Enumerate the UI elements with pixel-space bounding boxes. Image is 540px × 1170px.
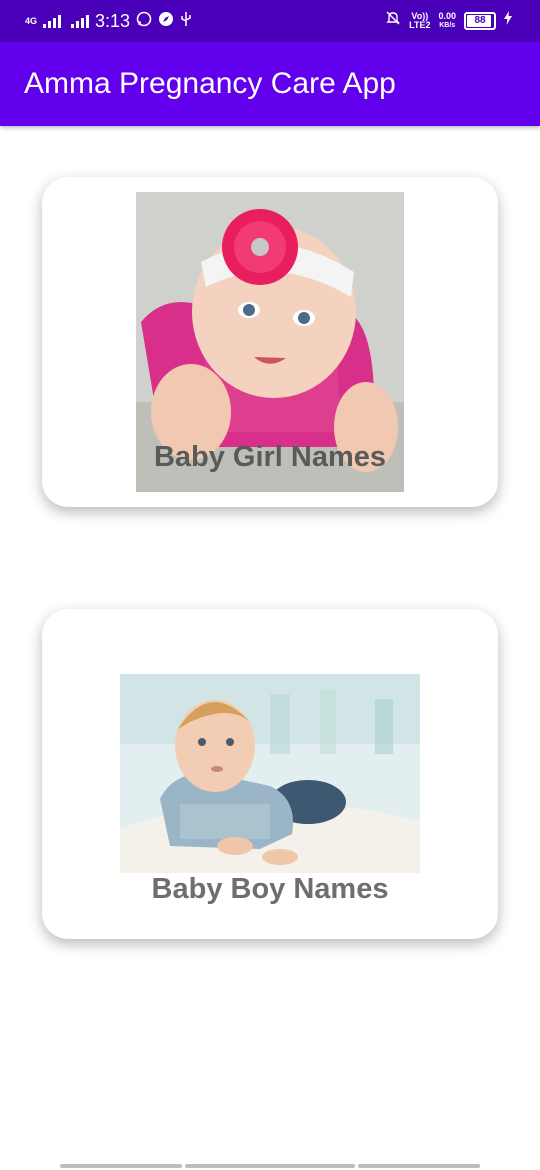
compass-icon <box>158 11 174 32</box>
app-title: Amma Pregnancy Care App <box>24 67 396 100</box>
mute-icon <box>385 10 401 31</box>
baby-boy-names-card[interactable]: Baby Boy Names <box>42 609 498 939</box>
baby-boy-photo <box>120 674 420 873</box>
status-left: 4G 3:13 <box>25 10 192 32</box>
whatsapp-icon <box>136 11 152 32</box>
signal-icon <box>43 14 62 28</box>
baby-girl-names-label: Baby Girl Names <box>153 441 387 473</box>
app-bar: Amma Pregnancy Care App <box>0 42 540 126</box>
baby-girl-names-card[interactable]: Baby Girl Names <box>42 177 498 507</box>
baby-boy-names-label: Baby Boy Names <box>151 873 389 905</box>
network-speed: 0.00 KB/s <box>438 10 456 29</box>
clock: 3:13 <box>95 11 131 31</box>
nav-hint-left <box>60 1164 182 1168</box>
battery-icon: 88 <box>464 11 496 30</box>
signal-icon-2 <box>71 14 90 28</box>
charging-icon <box>504 11 512 30</box>
network-type: 4G <box>25 15 38 26</box>
nav-hint-right <box>358 1164 480 1168</box>
usb-icon <box>180 11 192 32</box>
status-right: Vo)) LTE2 0.00 KB/s 88 <box>385 10 512 31</box>
volte-indicator: Vo)) LTE2 <box>409 10 431 30</box>
nav-hint-center <box>185 1164 355 1168</box>
status-bar: 4G 3:13 Vo)) LTE2 0.00 KB/s 88 <box>0 0 540 42</box>
